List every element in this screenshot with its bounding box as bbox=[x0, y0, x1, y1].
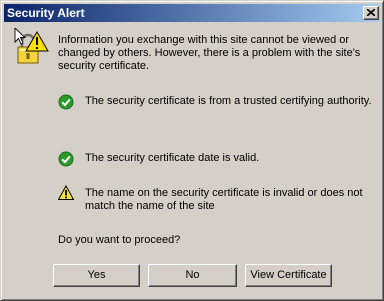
certificate-date-text: The security certificate date is valid. bbox=[85, 152, 260, 164]
green-check-icon bbox=[58, 94, 74, 110]
certificate-authority-text: The security certificate is from a trust… bbox=[85, 95, 372, 107]
security-alert-lock-icon bbox=[14, 28, 49, 64]
green-check-icon bbox=[58, 151, 74, 167]
title-bar[interactable]: Security Alert bbox=[4, 4, 380, 22]
proceed-question: Do you want to proceed? bbox=[58, 234, 181, 246]
intro-text: Information you exchange with this site … bbox=[58, 34, 361, 72]
yes-button[interactable]: Yes bbox=[53, 264, 140, 287]
no-button[interactable]: No bbox=[148, 264, 237, 287]
close-icon bbox=[367, 9, 375, 16]
close-button[interactable] bbox=[363, 6, 379, 20]
window-title: Security Alert bbox=[7, 6, 85, 20]
certificate-name-warning-text: The name on the security certificate is … bbox=[85, 187, 363, 212]
yellow-warning-icon bbox=[58, 185, 74, 200]
view-certificate-button[interactable]: View Certificate bbox=[245, 264, 332, 287]
security-alert-dialog: Security Alert Information you exchange … bbox=[0, 0, 384, 301]
